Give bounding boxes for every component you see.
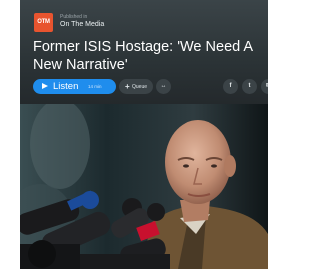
publisher-logo[interactable]: OTM bbox=[34, 13, 53, 32]
publisher-name[interactable]: On The Media bbox=[60, 21, 104, 28]
email-icon: ✉ bbox=[266, 83, 268, 89]
share-icon: ↔ bbox=[160, 83, 167, 89]
listen-label: Listen bbox=[53, 81, 79, 92]
published-in-label: Published in bbox=[60, 14, 88, 20]
facebook-icon: f bbox=[229, 83, 232, 89]
twitter-icon: t bbox=[248, 83, 251, 89]
episode-photo bbox=[20, 104, 268, 269]
episode-header: OTM Published in On The Media Former ISI… bbox=[20, 0, 268, 104]
listen-duration: 14 min bbox=[88, 84, 102, 89]
play-icon bbox=[42, 83, 48, 89]
twitter-button[interactable]: t bbox=[242, 79, 257, 94]
listen-button[interactable]: Listen 14 min bbox=[33, 79, 116, 94]
episode-title: Former ISIS Hostage: 'We Need A New Narr… bbox=[33, 39, 253, 73]
email-button[interactable]: ✉ bbox=[261, 79, 268, 94]
facebook-button[interactable]: f bbox=[223, 79, 238, 94]
queue-button[interactable]: + Queue bbox=[119, 79, 153, 94]
plus-icon: + bbox=[125, 82, 130, 91]
episode-card: OTM Published in On The Media Former ISI… bbox=[20, 0, 268, 269]
share-embed-button[interactable]: ↔ bbox=[156, 79, 171, 94]
queue-label: Queue bbox=[132, 84, 148, 90]
